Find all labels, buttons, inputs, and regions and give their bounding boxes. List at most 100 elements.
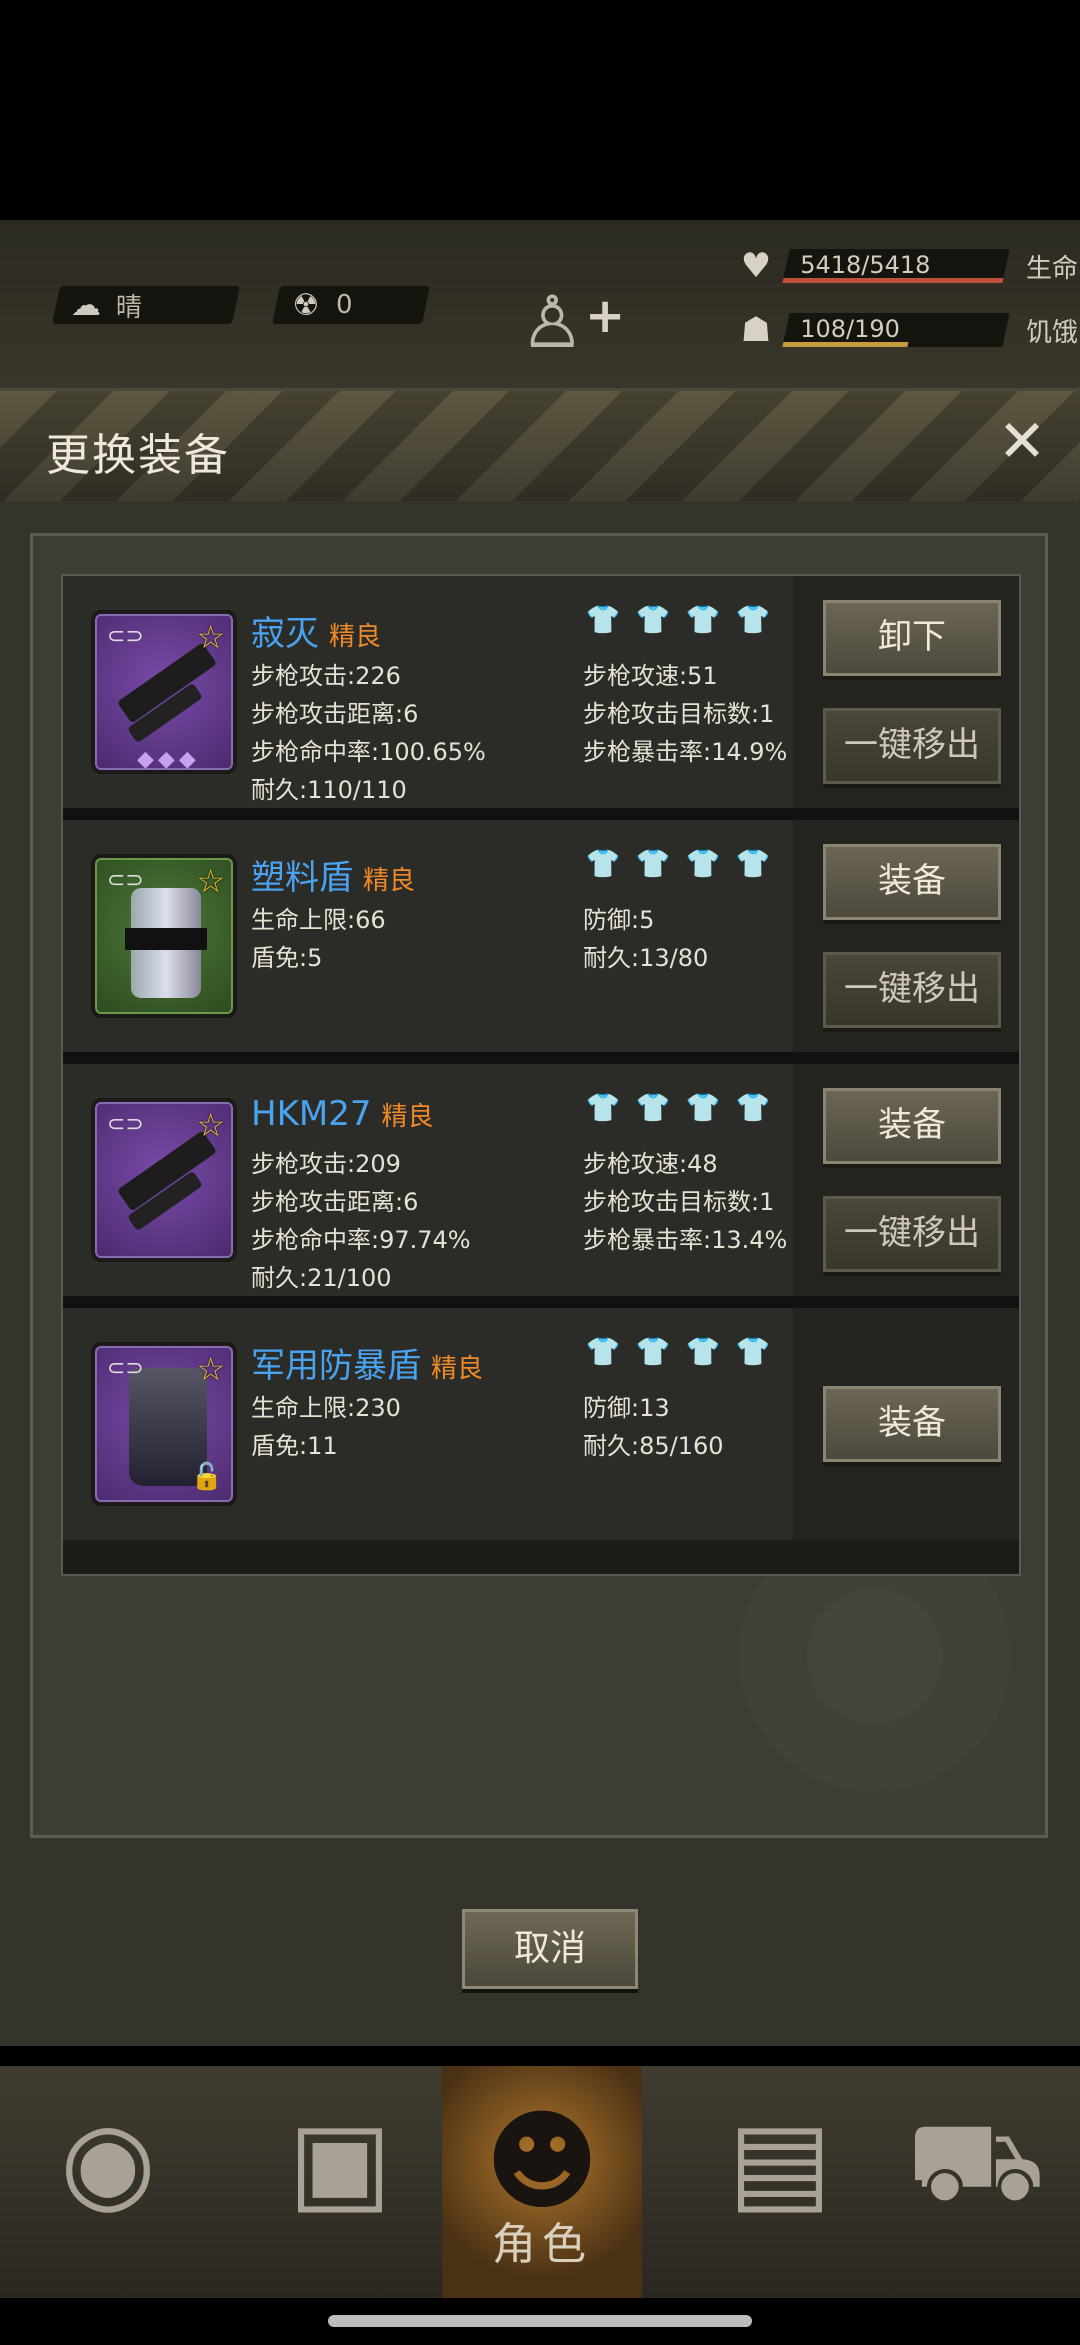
heart-icon: ♥: [740, 246, 772, 286]
item-quality: 精良: [431, 1354, 484, 1384]
shirt-slot-icon: 👕: [735, 1091, 771, 1124]
hunger-bar: 108/190: [782, 313, 1010, 347]
equip-button[interactable]: 装备: [823, 844, 1001, 920]
item-stat: 步枪攻击:209: [251, 1150, 401, 1178]
equipment-card: ⊂⊃ ☆ 塑料盾 精良 👕 👕 👕 👕 生命上限:66 盾免:5 防御:5 耐久:13/80 装备 一键移…: [63, 820, 1019, 1052]
shirt-slot-icon: 👕: [735, 1335, 771, 1368]
item-stat: 步枪命中率:97.74%: [251, 1226, 471, 1254]
equipment-list-panel: ⊂⊃ ☆ ◆◆◆ 寂灭 精良 👕 👕 👕 👕 步枪攻击:226 步枪攻击距离:6 步枪命中率:100.…: [30, 533, 1048, 1838]
item-name: 寂灭: [251, 614, 319, 654]
shirt-slot-icon: 👕: [635, 1091, 671, 1124]
item-name: HKM27: [251, 1094, 372, 1134]
backpack-icon: ▣: [288, 2097, 392, 2225]
equip-slot-indicators: 👕 👕 👕 👕: [583, 848, 773, 880]
shirt-slot-icon: 👕: [685, 603, 721, 636]
gem-sockets: ◆◆◆: [137, 747, 200, 772]
equip-button[interactable]: 装备: [823, 1386, 1001, 1462]
item-stat: 步枪攻击目标数:1: [583, 700, 775, 728]
equipment-list: ⊂⊃ ☆ ◆◆◆ 寂灭 精良 👕 👕 👕 👕 步枪攻击:226 步枪攻击距离:6 步枪命中率:100.…: [61, 574, 1021, 1576]
cancel-button[interactable]: 取消: [462, 1909, 638, 1989]
riot-shield-icon[interactable]: ⊂⊃ ☆ 🔓: [91, 1342, 237, 1506]
item-quality: 精良: [329, 622, 382, 652]
item-quality: 精良: [363, 866, 416, 896]
nav-item-radio[interactable]: ▤: [680, 2066, 880, 2298]
health-row: ♥ 5418/5418 生命: [736, 246, 1078, 286]
shirt-slot-icon: 👕: [635, 603, 671, 636]
item-name-row: 塑料盾 精良: [251, 850, 415, 899]
close-icon[interactable]: ✕: [992, 412, 1052, 473]
star-icon: ☆: [196, 1350, 225, 1388]
bottom-nav: ◉ ▣ ☻ 角色 ▤ ⛟: [0, 2066, 1080, 2298]
globe-icon: ◉: [60, 2097, 156, 2225]
rifle-icon[interactable]: ⊂⊃ ☆: [91, 1098, 237, 1262]
character-icon: ☻: [484, 2097, 600, 2225]
rifle-icon[interactable]: ⊂⊃ ☆ ◆◆◆: [91, 610, 237, 774]
item-stat: 步枪暴击率:13.4%: [583, 1226, 788, 1254]
nav-item-character[interactable]: ☻ 角色: [442, 2066, 642, 2298]
hunger-row: ☗ 108/190 饥饿: [736, 310, 1078, 350]
equip-button[interactable]: 装备: [823, 1088, 1001, 1164]
change-equipment-modal: 更换装备 ✕ ⊂⊃ ☆ ◆◆◆ 寂灭 精良 👕 👕 👕 👕 步枪攻击:226 步枪攻击距离:6 步枪命…: [0, 388, 1080, 2046]
equipment-card: ⊂⊃ ☆ HKM27 精良 👕 👕 👕 👕 步枪攻击:209 步枪攻击距离:6 步枪命中率:97.7…: [63, 1064, 1019, 1296]
shirt-slot-icon: 👕: [735, 847, 771, 880]
item-stat: 步枪攻速:48: [583, 1150, 718, 1178]
stomach-icon: ☗: [740, 310, 772, 350]
item-stat: 步枪攻击距离:6: [251, 700, 419, 728]
cart-icon: ⛟: [906, 2097, 1046, 2225]
equipment-card: ⊂⊃ ☆ 🔓 军用防暴盾 精良 👕 👕 👕 👕 生命上限:230 盾免:11 防御:13 耐久:85/1…: [63, 1308, 1019, 1540]
item-stat: 步枪攻速:51: [583, 662, 718, 690]
weather-text: 晴: [116, 292, 143, 323]
shirt-slot-icon: 👕: [685, 847, 721, 880]
item-quality: 精良: [381, 1102, 434, 1132]
link-icon: ⊂⊃: [107, 868, 144, 893]
radiation-pill: ☢ 0: [271, 286, 431, 324]
nav-item-cart[interactable]: ⛟: [876, 2066, 1076, 2298]
shirt-slot-icon: 👕: [585, 847, 621, 880]
item-stat: 步枪攻击距离:6: [251, 1188, 419, 1216]
health-fill: [782, 278, 1004, 283]
hunger-fill: [782, 342, 909, 347]
item-stat: 盾免:11: [251, 1432, 338, 1460]
modal-title: 更换装备: [46, 430, 230, 481]
health-value: 5418/5418: [800, 251, 931, 279]
item-stat: 生命上限:230: [251, 1394, 401, 1422]
card-separator: [63, 1052, 1019, 1064]
item-name-row: HKM27 精良: [251, 1094, 433, 1134]
move-out-button[interactable]: 一键移出: [823, 708, 1001, 784]
lock-icon: 🔓: [190, 1462, 223, 1492]
shirt-slot-icon: 👕: [635, 1335, 671, 1368]
item-stat: 耐久:13/80: [583, 944, 709, 972]
item-name-row: 寂灭 精良: [251, 606, 381, 655]
star-icon: ☆: [196, 862, 225, 900]
equip-slot-indicators: 👕 👕 👕 👕: [583, 1092, 773, 1124]
item-name: 塑料盾: [251, 858, 353, 898]
home-indicator: [328, 2315, 752, 2327]
radio-icon: ▤: [728, 2097, 832, 2225]
shirt-slot-icon: 👕: [685, 1335, 721, 1368]
move-out-button[interactable]: 一键移出: [823, 952, 1001, 1028]
move-out-button[interactable]: 一键移出: [823, 1196, 1001, 1272]
shirt-slot-icon: 👕: [585, 1335, 621, 1368]
plus-icon: +: [585, 288, 626, 344]
item-stat: 耐久:21/100: [251, 1264, 392, 1292]
unequip-button[interactable]: 卸下: [823, 600, 1001, 676]
hunger-value: 108/190: [800, 315, 900, 343]
item-stat: 防御:5: [583, 906, 655, 934]
item-stat: 步枪攻击目标数:1: [583, 1188, 775, 1216]
radiation-value: 0: [336, 290, 353, 320]
link-icon: ⊂⊃: [107, 624, 144, 649]
shield-icon[interactable]: ⊂⊃ ☆: [91, 854, 237, 1018]
item-stat: 防御:13: [583, 1394, 670, 1422]
item-stat: 步枪命中率:100.65%: [251, 738, 486, 766]
card-separator: [63, 808, 1019, 820]
health-label: 生命: [1026, 253, 1079, 284]
nav-item-backpack[interactable]: ▣: [240, 2066, 440, 2298]
nav-item-globe[interactable]: ◉: [8, 2066, 208, 2298]
shirt-slot-icon: 👕: [585, 1091, 621, 1124]
star-icon: ☆: [196, 618, 225, 656]
radiation-icon: ☢: [292, 287, 320, 323]
body-figure-icon[interactable]: ♙: [520, 280, 585, 364]
item-stat: 步枪暴击率:14.9%: [583, 738, 788, 766]
item-stat: 生命上限:66: [251, 906, 386, 934]
equipment-card: ⊂⊃ ☆ ◆◆◆ 寂灭 精良 👕 👕 👕 👕 步枪攻击:226 步枪攻击距离:6 步枪命中率:100.…: [63, 576, 1019, 808]
